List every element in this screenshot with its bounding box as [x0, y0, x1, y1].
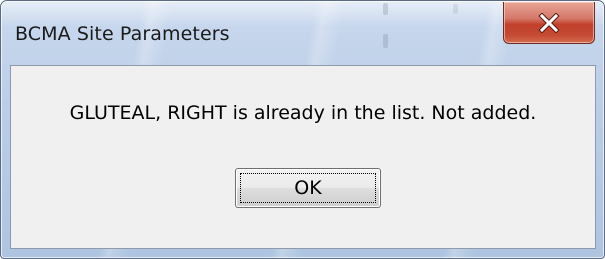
dialog-client-area: GLUTEAL, RIGHT is already in the list. N…	[10, 65, 596, 249]
close-x-icon	[538, 12, 560, 33]
glass-streak	[453, 4, 458, 14]
ok-button-label: OK	[294, 177, 322, 199]
close-button[interactable]	[503, 2, 595, 44]
dialog-window: BCMA Site Parameters GLUTEAL, RIGHT is a…	[0, 0, 605, 259]
ok-button[interactable]: OK	[235, 168, 381, 208]
glass-streak	[383, 3, 388, 15]
glass-streak	[383, 34, 388, 48]
dialog-message: GLUTEAL, RIGHT is already in the list. N…	[69, 102, 537, 124]
window-title: BCMA Site Parameters	[15, 23, 230, 45]
